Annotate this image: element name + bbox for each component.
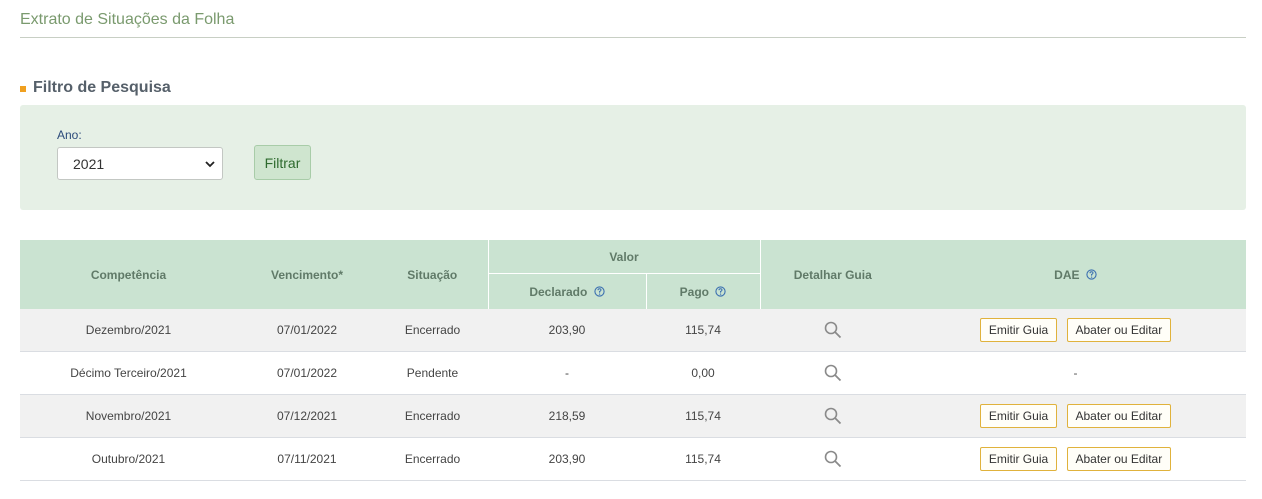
situacao-cell: Encerrado (377, 309, 488, 352)
competencia-link[interactable]: Décimo Terceiro/2021 (20, 351, 237, 395)
pago-cell: 0,00 (646, 351, 761, 395)
filter-section-title: Filtro de Pesquisa (20, 79, 171, 97)
pago-cell: 115,74 (646, 437, 761, 481)
abater-editar-button[interactable]: Abater ou Editar (1066, 447, 1172, 471)
header-dae: DAE (905, 240, 1247, 309)
year-select-value: 2021 (73, 155, 105, 172)
vencimento-cell: 07/01/2022 (237, 351, 377, 395)
square-bullet-icon (20, 86, 26, 92)
extrato-table: Competência Vencimento* Situação Valor D… (20, 240, 1247, 481)
declarado-cell: - (488, 351, 646, 395)
abater-editar-button[interactable]: Abater ou Editar (1066, 404, 1172, 428)
header-vencimento: Vencimento* (237, 240, 377, 309)
detalhar-cell (760, 394, 906, 438)
table-row: Novembro/2021 07/12/2021 Encerrado 218,5… (20, 394, 1247, 438)
detalhar-cell (760, 437, 906, 481)
year-label: Ano: (57, 128, 82, 142)
header-competencia: Competência (20, 240, 237, 309)
question-circle-icon[interactable] (715, 285, 726, 297)
chevron-down-icon (205, 161, 215, 168)
dae-cell: Emitir Guia Abater ou Editar (905, 437, 1247, 481)
declarado-cell: 203,90 (488, 437, 646, 481)
question-circle-icon[interactable] (594, 285, 605, 297)
header-dae-label: DAE (1054, 267, 1080, 282)
declarado-cell: 203,90 (488, 309, 646, 352)
header-detalhar-guia: Detalhar Guia (760, 240, 906, 309)
vencimento-cell: 07/11/2021 (237, 437, 377, 481)
detalhar-cell (760, 309, 906, 352)
page: Extrato de Situações da Folha Filtro de … (0, 0, 1262, 499)
title-divider (20, 37, 1246, 38)
emitir-guia-button[interactable]: Emitir Guia (979, 318, 1058, 342)
pago-cell: 115,74 (646, 394, 761, 438)
filter-section-label: Filtro de Pesquisa (33, 79, 171, 96)
competencia-link[interactable]: Dezembro/2021 (20, 309, 237, 352)
table-row: Outubro/2021 07/11/2021 Encerrado 203,90… (20, 437, 1247, 481)
filter-button[interactable]: Filtrar (254, 145, 311, 180)
question-circle-icon[interactable] (1086, 268, 1097, 280)
emitir-guia-button[interactable]: Emitir Guia (979, 447, 1058, 471)
competencia-link[interactable]: Outubro/2021 (20, 437, 237, 481)
vencimento-cell: 07/12/2021 (237, 394, 377, 438)
header-declarado: Declarado (487, 273, 646, 309)
situacao-cell: Pendente (377, 351, 488, 395)
table-row: Décimo Terceiro/2021 07/01/2022 Pendente… (20, 351, 1247, 395)
declarado-cell: 218,59 (488, 394, 646, 438)
dae-empty: - (1073, 366, 1078, 380)
dae-cell: - (905, 351, 1247, 395)
page-title: Extrato de Situações da Folha (20, 11, 235, 28)
situacao-cell: Encerrado (377, 394, 488, 438)
dae-cell: Emitir Guia Abater ou Editar (905, 309, 1247, 352)
vencimento-cell: 07/01/2022 (237, 309, 377, 352)
situacao-cell: Encerrado (377, 437, 488, 481)
table-row: Dezembro/2021 07/01/2022 Encerrado 203,9… (20, 309, 1247, 352)
competencia-link[interactable]: Novembro/2021 (20, 394, 237, 438)
header-situacao: Situação (377, 240, 488, 309)
header-pago: Pago (645, 273, 761, 309)
abater-editar-button[interactable]: Abater ou Editar (1066, 318, 1172, 342)
year-select[interactable]: 2021 (57, 147, 223, 180)
header-valor: Valor (487, 240, 761, 274)
magnifier-icon[interactable] (824, 321, 842, 339)
magnifier-icon[interactable] (824, 407, 842, 425)
magnifier-icon[interactable] (824, 450, 842, 468)
detalhar-cell (760, 351, 906, 395)
magnifier-icon[interactable] (824, 364, 842, 382)
pago-cell: 115,74 (646, 309, 761, 352)
dae-cell: Emitir Guia Abater ou Editar (905, 394, 1247, 438)
header-declarado-label: Declarado (529, 284, 588, 299)
header-pago-label: Pago (679, 284, 709, 299)
filter-panel: Ano: 2021 Filtrar (20, 105, 1246, 210)
emitir-guia-button[interactable]: Emitir Guia (979, 404, 1058, 428)
